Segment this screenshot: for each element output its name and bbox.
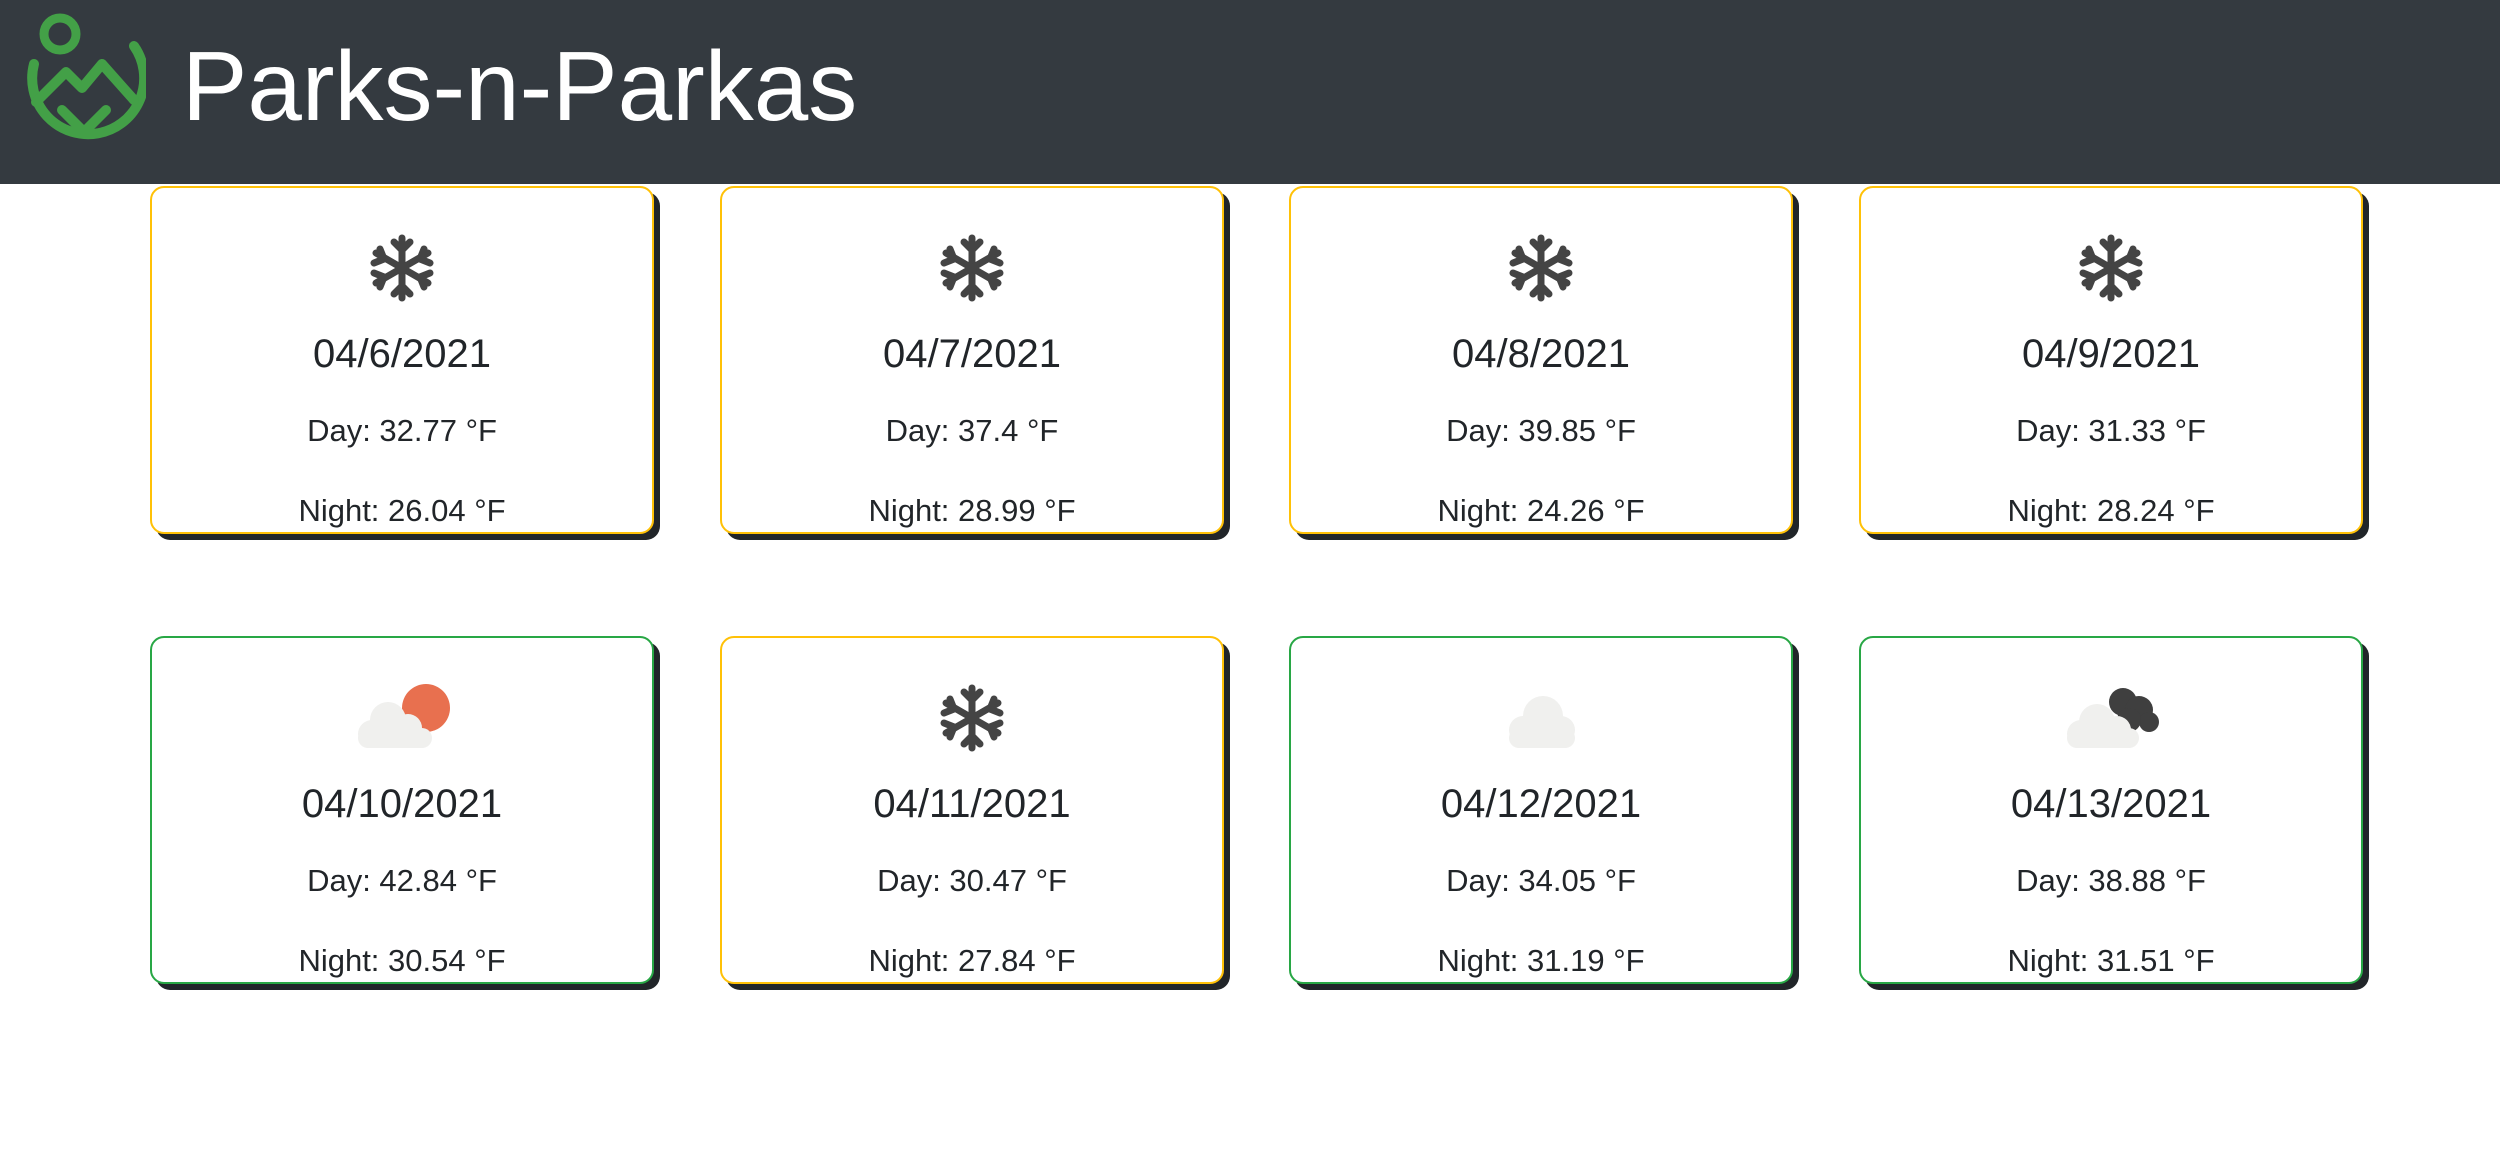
night-temperature: Night: 31.51 °F [2007, 943, 2215, 978]
day-temperature: Day: 34.05 °F [1446, 863, 1636, 898]
dark-clouds-icon [2067, 688, 2159, 748]
day-temperature: Day: 37.4 °F [885, 413, 1059, 448]
day-temperature: Day: 42.84 °F [307, 863, 497, 898]
snowflake-icon [940, 684, 1004, 752]
night-temperature: Night: 30.54 °F [298, 943, 506, 978]
forecast-date: 04/6/2021 [313, 332, 491, 376]
forecast-card: 04/12/2021 Day: 34.05 °F Night: 31.19 °F [1289, 636, 1793, 984]
forecast-card: 04/8/2021 Day: 39.85 °F Night: 24.26 °F [1289, 186, 1793, 534]
partly-sunny-cloud-icon [358, 684, 450, 748]
day-temperature: Day: 38.88 °F [2016, 863, 2206, 898]
forecast-card: 04/9/2021 Day: 31.33 °F Night: 28.24 °F [1859, 186, 2363, 534]
night-temperature: Night: 27.84 °F [868, 943, 1076, 978]
top-navbar: Parks-n-Parkas [0, 0, 2500, 184]
forecast-card: 04/7/2021 Day: 37.4 °F Night: 28.99 °F [720, 186, 1224, 534]
snowflake-icon [2079, 234, 2143, 302]
snowflake-icon [370, 234, 434, 302]
forecast-card: 04/10/2021 Day: 42.84 °F Night: 30.54 °F [150, 636, 654, 984]
forecast-date: 04/11/2021 [873, 782, 1071, 826]
cloud-icon [1509, 696, 1575, 748]
forecast-date: 04/12/2021 [1440, 782, 1642, 826]
night-temperature: Night: 28.24 °F [2007, 493, 2215, 528]
night-temperature: Night: 24.26 °F [1437, 493, 1645, 528]
snowflake-icon [940, 234, 1004, 302]
forecast-card: 04/6/2021 Day: 32.77 °F Night: 26.04 °F [150, 186, 654, 534]
brand-title[interactable]: Parks-n-Parkas [182, 20, 857, 152]
day-temperature: Day: 30.47 °F [877, 863, 1067, 898]
night-temperature: Night: 28.99 °F [868, 493, 1076, 528]
forecast-card: 04/13/2021 Day: 38.88 °F Night: 31.51 °F [1859, 636, 2363, 984]
forecast-date: 04/7/2021 [883, 332, 1061, 376]
forecast-date: 04/9/2021 [2022, 332, 2200, 376]
forecast-date: 04/10/2021 [301, 782, 503, 826]
night-temperature: Night: 26.04 °F [298, 493, 506, 528]
day-temperature: Day: 32.77 °F [307, 413, 497, 448]
day-temperature: Day: 31.33 °F [2016, 413, 2206, 448]
forecast-date: 04/13/2021 [2010, 782, 2212, 826]
night-temperature: Night: 31.19 °F [1437, 943, 1645, 978]
snowflake-icon [1509, 234, 1573, 302]
day-temperature: Day: 39.85 °F [1446, 413, 1636, 448]
forecast-card: 04/11/2021 Day: 30.47 °F Night: 27.84 °F [720, 636, 1224, 984]
forecast-date: 04/8/2021 [1452, 332, 1630, 376]
mountain-pin-logo-icon[interactable] [22, 6, 146, 146]
